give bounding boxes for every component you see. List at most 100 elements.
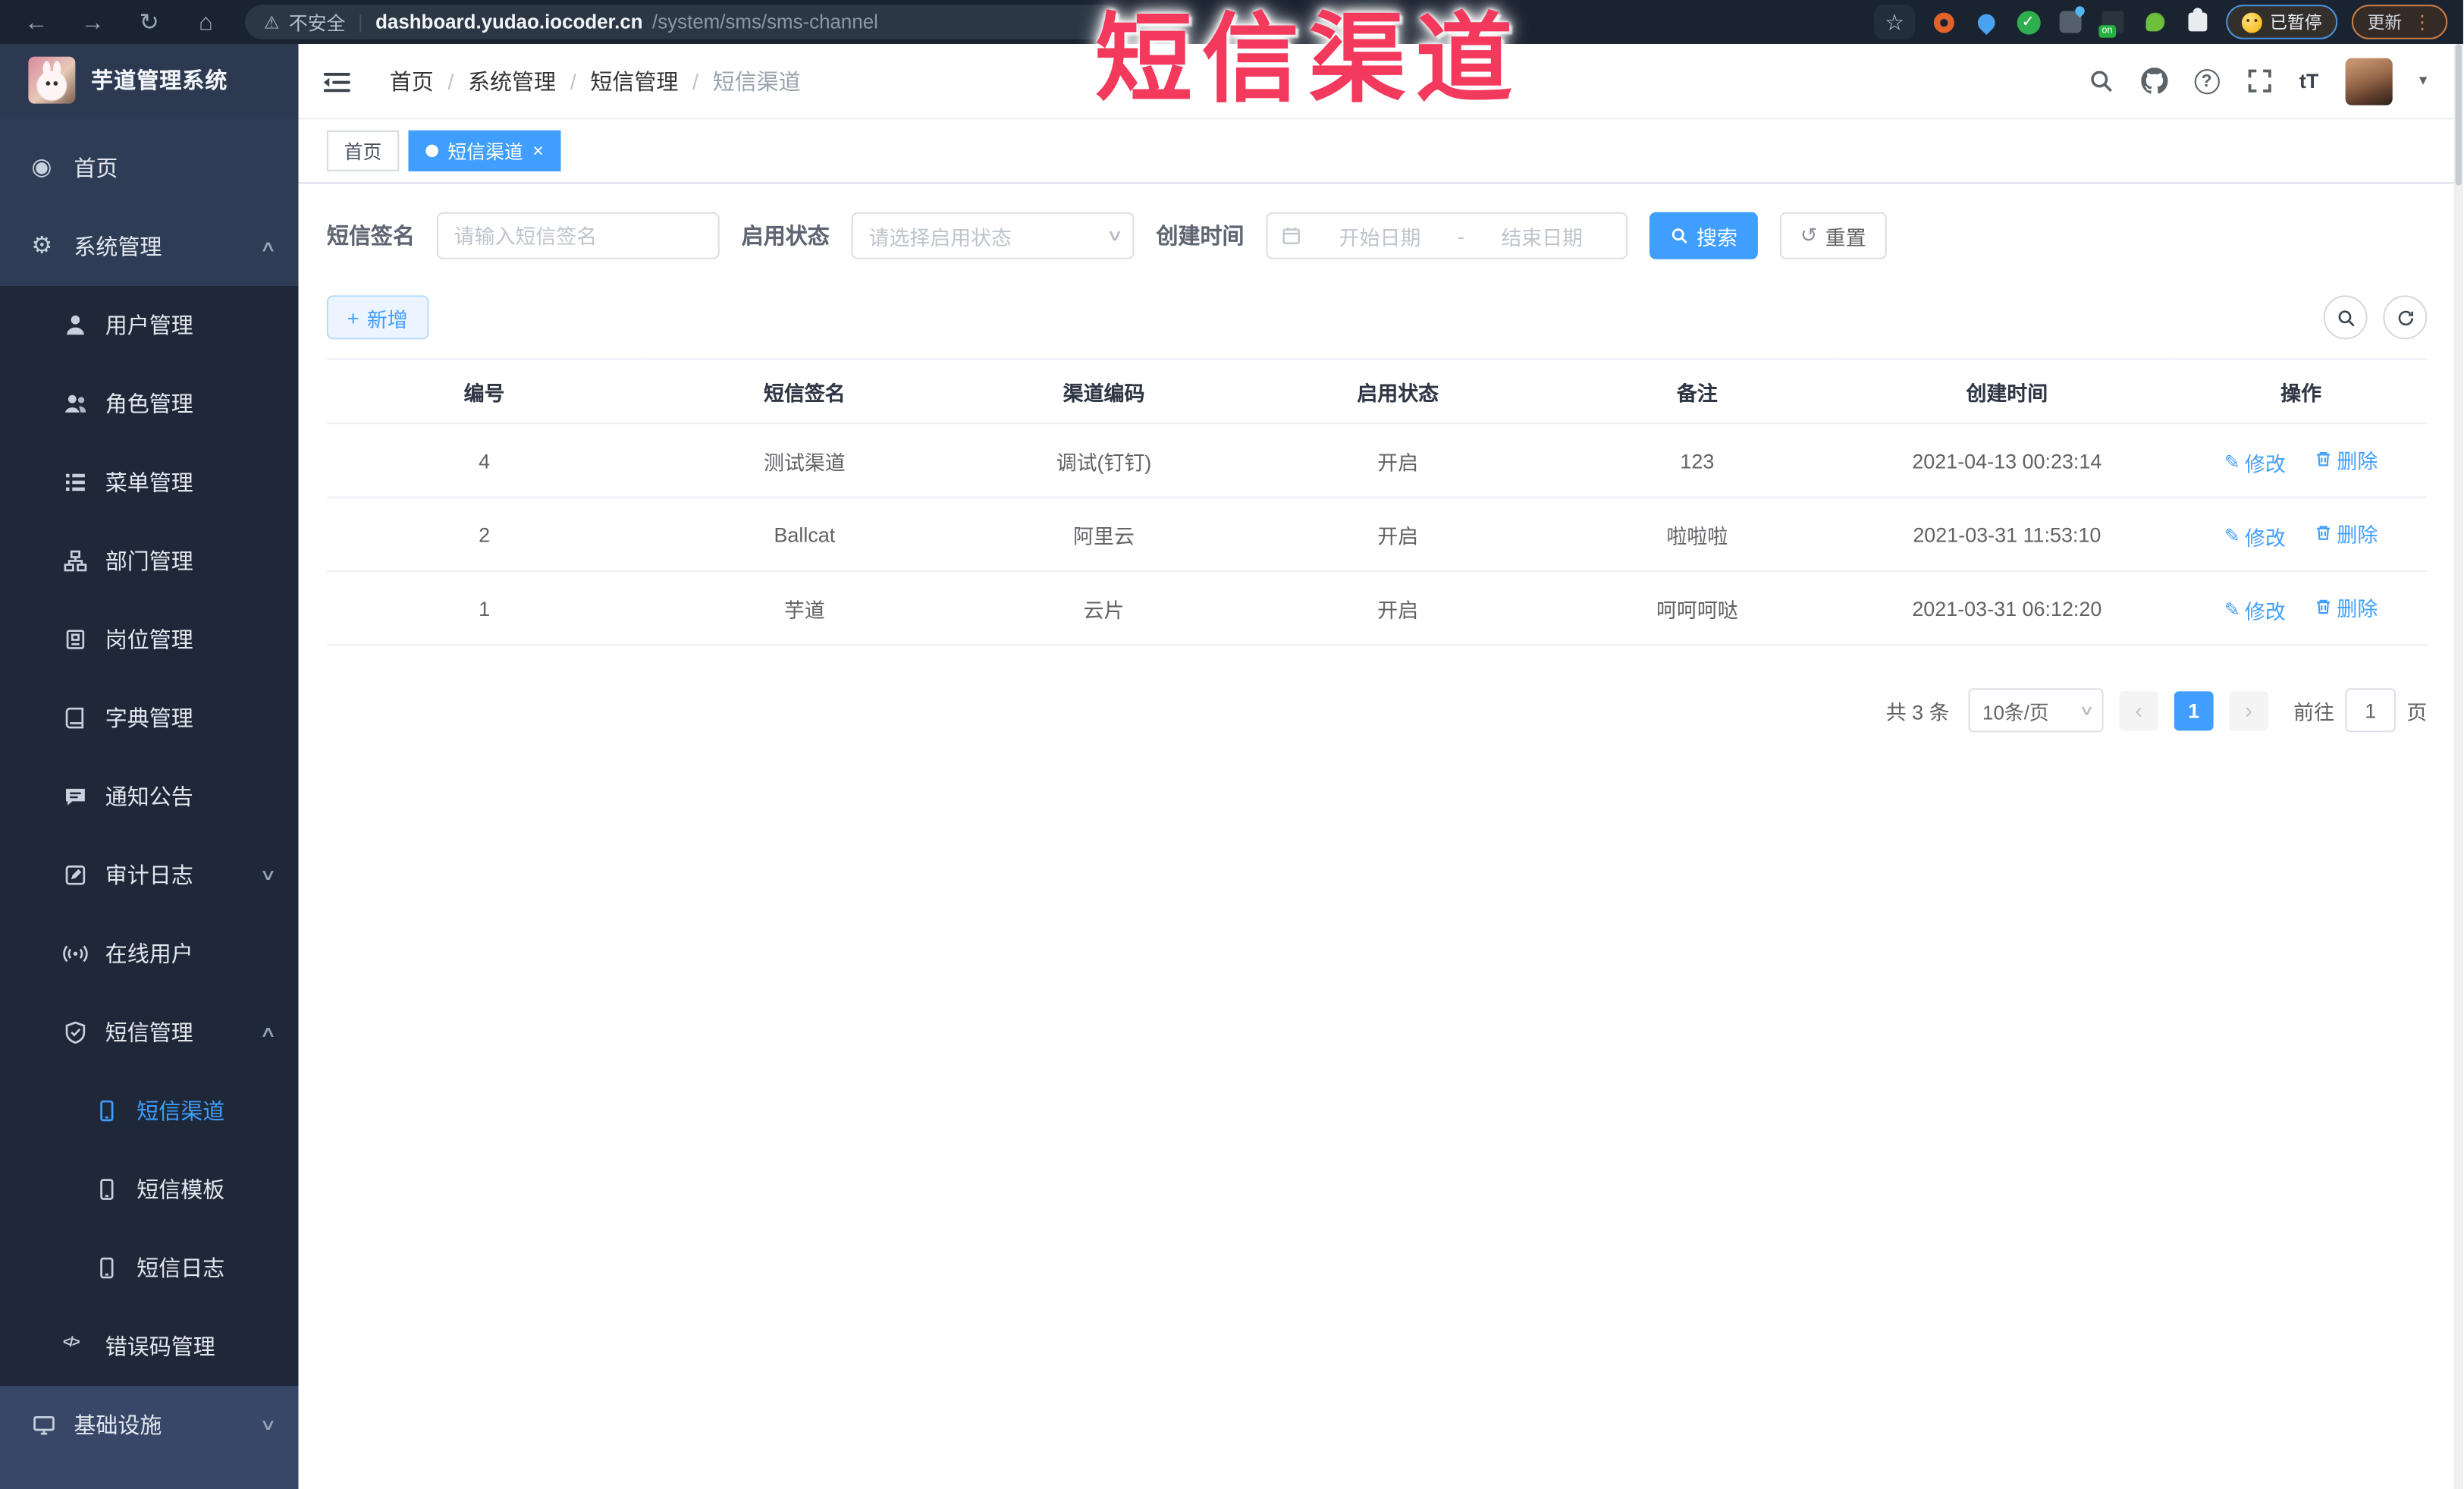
- close-icon[interactable]: ×: [532, 141, 544, 160]
- sidebar-item-sms-channel[interactable]: 短信渠道: [0, 1072, 299, 1151]
- goto-label: 前往: [2293, 699, 2335, 724]
- delete-link[interactable]: 删除: [2313, 592, 2378, 621]
- cell-created: 2021-04-13 00:23:14: [1838, 423, 2175, 498]
- delete-link[interactable]: 删除: [2313, 444, 2378, 473]
- extension-bars-icon[interactable]: [2056, 8, 2084, 36]
- search-icon[interactable]: [2087, 68, 2114, 94]
- breadcrumb-sms[interactable]: 短信管理: [590, 65, 678, 96]
- cell-sign: 测试渠道: [642, 423, 968, 498]
- sidebar-item-audit[interactable]: 审计日志 ∨: [0, 836, 299, 915]
- sidebar-item-system[interactable]: ⚙ 系统管理 ∧: [0, 207, 299, 286]
- browser-update-button[interactable]: 更新 ⋮: [2351, 5, 2448, 39]
- page-number-1[interactable]: 1: [2174, 690, 2214, 730]
- sidebar-item-sms[interactable]: 短信管理 ∧: [0, 993, 299, 1072]
- browser-nav: ← → ↻ ⌂: [0, 8, 220, 36]
- top-navbar: 首页 / 系统管理 / 短信管理 / 短信渠道 ? tT ▾: [298, 43, 2463, 120]
- breadcrumb-separator: /: [570, 68, 576, 94]
- breadcrumb-separator: /: [692, 68, 699, 94]
- end-date-placeholder: 结束日期: [1501, 225, 1584, 250]
- refresh-table-button[interactable]: [2383, 295, 2428, 340]
- sidebar-item-label: 系统管理: [74, 234, 162, 259]
- roles-icon: [63, 391, 88, 416]
- sidebar-item-dept[interactable]: 部门管理: [0, 522, 299, 601]
- fullscreen-icon[interactable]: [2246, 68, 2272, 94]
- sidebar-item-label: 错误码管理: [105, 1334, 215, 1359]
- sidebar-item-label: 菜单管理: [105, 470, 193, 495]
- scrollbar-thumb[interactable]: [2455, 43, 2462, 186]
- create-time-label: 创建时间: [1156, 223, 1245, 249]
- sidebar-collapse-icon[interactable]: [322, 68, 352, 93]
- sidebar-item-infra[interactable]: 基础设施 ∨: [0, 1386, 299, 1465]
- extension-plant-icon[interactable]: [2141, 8, 2169, 36]
- goto-page-input[interactable]: [2345, 688, 2396, 733]
- sidebar-item-sms-log[interactable]: 短信日志: [0, 1229, 299, 1308]
- url-path: /system/sms/sms-channel: [652, 11, 878, 33]
- home-icon[interactable]: ⌂: [192, 8, 220, 35]
- extension-vpn-icon[interactable]: on: [2098, 8, 2127, 38]
- cell-id: 2: [326, 497, 642, 572]
- add-button[interactable]: + 新增: [326, 295, 428, 340]
- sidebar-menu: ◉ 首页 ⚙ 系统管理 ∧ 用户管理 角色管理 菜单管理 部门管理 岗位管理 字…: [0, 116, 299, 1386]
- reload-icon[interactable]: ↻: [135, 8, 163, 36]
- org-tree-icon: [63, 548, 88, 573]
- sidebar-item-user[interactable]: 用户管理: [0, 286, 299, 365]
- font-size-icon[interactable]: tT: [2299, 69, 2318, 93]
- toggle-search-button[interactable]: [2323, 295, 2368, 340]
- breadcrumb-system[interactable]: 系统管理: [468, 65, 556, 96]
- cell-id: 4: [326, 423, 642, 498]
- forward-icon[interactable]: →: [79, 8, 107, 35]
- back-icon[interactable]: ←: [22, 8, 50, 35]
- paused-extension-pill[interactable]: 已暂停: [2226, 5, 2338, 39]
- address-bar[interactable]: ⚠ 不安全 | dashboard.yudao.iocoder.cn/syste…: [245, 5, 1122, 39]
- edit-link[interactable]: ✎ 修改: [2224, 447, 2286, 476]
- sidebar-item-online[interactable]: 在线用户: [0, 915, 299, 994]
- prev-page-button[interactable]: ‹: [2119, 690, 2159, 730]
- browser-chrome: ← → ↻ ⌂ ⚠ 不安全 | dashboard.yudao.iocoder.…: [0, 0, 2463, 44]
- sms-channel-table: 编号 短信签名 渠道编码 启用状态 备注 创建时间 操作 4 测试渠道 调试(钉…: [326, 358, 2428, 646]
- sidebar-item-role[interactable]: 角色管理: [0, 365, 299, 444]
- sidebar-item-home[interactable]: ◉ 首页: [0, 129, 299, 208]
- sidebar-item-errcode[interactable]: </> 错误码管理: [0, 1307, 299, 1386]
- code-icon: </>: [62, 1334, 80, 1350]
- not-secure-label: 不安全: [288, 11, 346, 34]
- caret-down-icon[interactable]: ▾: [2419, 72, 2427, 90]
- cell-created: 2021-03-31 11:53:10: [1838, 497, 2175, 572]
- paused-label: 已暂停: [2270, 14, 2322, 33]
- sign-input[interactable]: [436, 212, 720, 259]
- col-created: 创建时间: [1838, 358, 2175, 425]
- badge-icon: [63, 627, 88, 652]
- next-page-button[interactable]: ›: [2229, 690, 2269, 730]
- tab-home[interactable]: 首页: [326, 130, 400, 171]
- bookmark-star-icon[interactable]: ☆: [1874, 5, 1916, 39]
- delete-link[interactable]: 删除: [2313, 518, 2378, 548]
- cell-id: 1: [326, 570, 642, 646]
- sidebar-item-dict[interactable]: 字典管理: [0, 679, 299, 758]
- extensions-puzzle-icon[interactable]: [2183, 8, 2211, 36]
- system-submenu: 用户管理 角色管理 菜单管理 部门管理 岗位管理 字典管理 通知公告 审计日志 …: [0, 285, 299, 1386]
- edit-link[interactable]: ✎ 修改: [2224, 595, 2286, 624]
- github-icon[interactable]: [2140, 68, 2167, 94]
- sidebar-item-notice[interactable]: 通知公告: [0, 757, 299, 836]
- sidebar-item-post[interactable]: 岗位管理: [0, 600, 299, 679]
- status-select[interactable]: 请选择启用状态 ∨: [851, 212, 1135, 259]
- extension-check-icon[interactable]: ✓: [2014, 8, 2042, 36]
- edit-link[interactable]: ✎ 修改: [2224, 521, 2286, 551]
- kebab-menu-icon[interactable]: ⋮: [2413, 11, 2432, 33]
- page-size-select[interactable]: 10条/页 ∨: [1968, 688, 2104, 733]
- sign-label: 短信签名: [326, 223, 415, 249]
- breadcrumb-home[interactable]: 首页: [390, 65, 434, 96]
- sidebar-item-menu[interactable]: 菜单管理: [0, 443, 299, 522]
- search-button[interactable]: 搜索: [1649, 212, 1758, 259]
- avatar[interactable]: [2345, 57, 2393, 105]
- sidebar-item-sms-template[interactable]: 短信模板: [0, 1150, 299, 1229]
- table-row: 4 测试渠道 调试(钉钉) 开启 123 2021-04-13 00:23:14…: [326, 423, 2428, 498]
- date-range-picker[interactable]: 开始日期 - 结束日期: [1266, 212, 1627, 259]
- phone-icon: [94, 1176, 119, 1202]
- tab-sms-channel[interactable]: 短信渠道 ×: [408, 130, 561, 171]
- extension-drop-icon[interactable]: [1972, 8, 2000, 36]
- chevron-down-icon: ∨: [1105, 227, 1123, 245]
- help-icon[interactable]: ?: [2194, 68, 2220, 94]
- cell-code: 云片: [967, 570, 1241, 646]
- extension-donut-icon[interactable]: [1929, 8, 1957, 36]
- reset-button[interactable]: ↺ 重置: [1779, 212, 1887, 259]
